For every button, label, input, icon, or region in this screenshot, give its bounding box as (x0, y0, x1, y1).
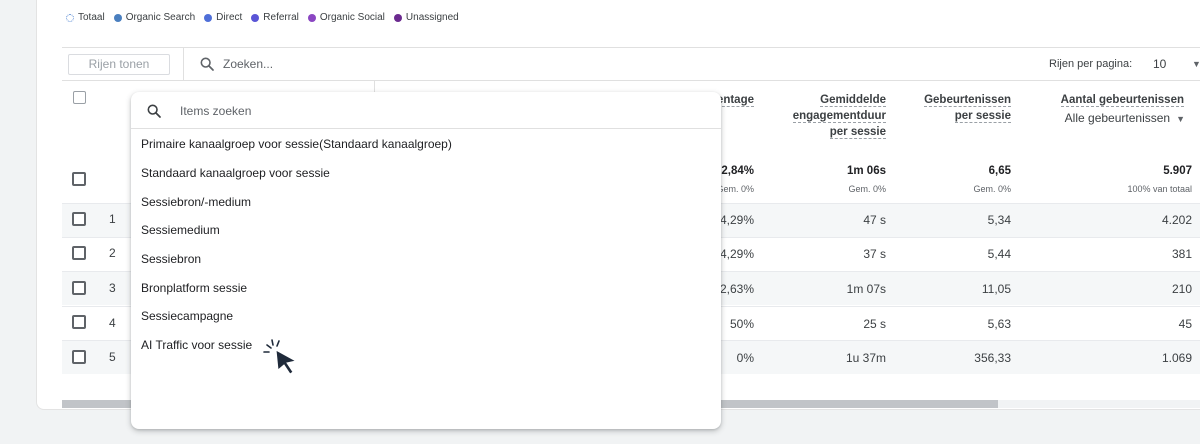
dropdown-item[interactable]: Sessiecampagne (141, 309, 233, 323)
legend-item-organic-search[interactable]: Organic Search (113, 12, 196, 23)
cell-engagement: 1m 07s (846, 282, 886, 296)
legend-label: Organic Social (319, 12, 385, 23)
cell-events-per-session: 5,63 (987, 317, 1011, 331)
event-filter-select[interactable]: Alle gebeurtenissen ▼ (1065, 111, 1185, 125)
total-events-per-session-sub: Gem. 0% (973, 184, 1011, 194)
legend-dot-icon (307, 13, 316, 22)
column-header-label: Gemiddelde (820, 94, 886, 107)
cell-events-per-session: 356,33 (974, 351, 1011, 365)
legend-dot-icon (393, 13, 402, 22)
cell-engagement: 47 s (863, 213, 886, 227)
dropdown-item[interactable]: Standaard kanaalgroep voor sessie (141, 166, 330, 180)
row-number: 1 (109, 212, 116, 226)
cell-percentage: 0% (736, 351, 754, 365)
row-number: 5 (109, 350, 116, 364)
dropdown-item[interactable]: Sessiemedium (141, 223, 220, 237)
show-rows-button[interactable]: Rijen tonen (68, 54, 170, 75)
dropdown-search-bar[interactable]: Items zoeken (131, 92, 721, 129)
dropdown-search-input[interactable]: Items zoeken (180, 104, 251, 118)
cell-percentage: 4,29% (719, 247, 754, 261)
column-header-label: Gebeurtenissen (924, 94, 1011, 107)
totals-checkbox[interactable] (72, 172, 86, 186)
legend-label: Referral (263, 12, 299, 23)
search-icon (147, 104, 161, 118)
cell-events-per-session: 5,44 (987, 247, 1011, 261)
dimension-dropdown: Items zoeken Primaire kanaalgroep voor s… (131, 92, 721, 429)
mouse-pointer-icon (263, 339, 298, 375)
column-header-label: per sessie (954, 110, 1011, 123)
total-percentage: 2,84% (721, 165, 754, 177)
total-engagement: 1m 06s (846, 165, 886, 177)
cell-engagement: 1u 37m (845, 351, 886, 365)
legend-label: Direct (216, 12, 243, 23)
column-header-percentage[interactable]: entage (716, 92, 754, 108)
cell-event-count: 45 (1178, 317, 1192, 331)
total-event-count-sub: 100% van totaal (1127, 184, 1192, 194)
row-checkbox[interactable] (72, 350, 86, 364)
dropdown-item[interactable]: Sessiebron/-medium (141, 195, 251, 209)
table-toolbar: Rijen tonen Zoeken... Rijen per pagina: … (62, 47, 1200, 81)
legend-item-direct[interactable]: Direct (204, 12, 242, 23)
dropdown-item[interactable]: Primaire kanaalgroep voor sessie(Standaa… (141, 137, 452, 151)
table-search-input[interactable]: Zoeken... (223, 57, 273, 71)
total-event-count: 5.907 (1163, 165, 1192, 177)
toolbar-divider (183, 48, 184, 81)
legend-item-unassigned[interactable]: Unassigned (393, 12, 459, 23)
dropdown-item[interactable]: AI Traffic voor sessie (141, 338, 252, 352)
chevron-down-icon: ▼ (1176, 114, 1185, 124)
column-header-event-count[interactable]: Aantal gebeurtenissen (1060, 92, 1184, 108)
cell-events-per-session: 11,05 (981, 282, 1011, 296)
legend-dot-icon (251, 13, 260, 22)
row-number: 4 (109, 316, 116, 330)
chart-legend: Totaal Organic Search Direct Referral Or… (66, 12, 459, 23)
column-header-label: entage (716, 94, 754, 107)
total-engagement-sub: Gem. 0% (848, 184, 886, 194)
search-icon (200, 57, 214, 71)
column-header-engagement[interactable]: Gemiddelde engagementduur per sessie (792, 92, 886, 140)
rows-per-page-label: Rijen per pagina: (1049, 58, 1133, 70)
legend-item-totaal[interactable]: Totaal (66, 12, 105, 23)
legend-item-organic-social[interactable]: Organic Social (307, 12, 385, 23)
legend-label: Organic Search (125, 12, 196, 23)
legend-item-referral[interactable]: Referral (251, 12, 299, 23)
column-header-events-per-session[interactable]: Gebeurtenissen per sessie (924, 92, 1011, 124)
total-events-per-session: 6,65 (988, 165, 1011, 177)
legend-label: Totaal (78, 12, 105, 23)
dropdown-item[interactable]: Bronplatform sessie (141, 281, 247, 295)
legend-dot-icon (113, 13, 122, 22)
header-checkbox[interactable] (73, 91, 86, 104)
column-header-label: Aantal gebeurtenissen (1060, 94, 1184, 107)
cell-event-count: 381 (1171, 247, 1192, 261)
cell-percentage: 2,63% (719, 282, 754, 296)
column-header-label: per sessie (829, 126, 886, 139)
legend-dot-icon (204, 13, 213, 22)
rows-per-page-select[interactable]: 10 (1153, 57, 1166, 71)
cell-percentage: 50% (729, 317, 754, 331)
row-number: 3 (109, 281, 116, 295)
event-filter-label: Alle gebeurtenissen (1064, 111, 1171, 125)
cell-engagement: 37 s (863, 247, 886, 261)
row-number: 2 (109, 246, 116, 260)
column-header-label: engagementduur (792, 110, 886, 123)
legend-dot-icon (66, 13, 74, 22)
row-checkbox[interactable] (72, 246, 86, 260)
cell-percentage: 4,29% (719, 213, 754, 227)
chevron-down-icon[interactable]: ▼ (1192, 59, 1200, 69)
cell-event-count: 210 (1171, 282, 1192, 296)
row-checkbox[interactable] (72, 212, 86, 226)
cell-engagement: 25 s (863, 317, 886, 331)
row-checkbox[interactable] (72, 315, 86, 329)
cell-event-count: 1.069 (1161, 351, 1192, 365)
row-checkbox[interactable] (72, 281, 86, 295)
dropdown-item[interactable]: Sessiebron (141, 252, 201, 266)
total-percentage-sub: Gem. 0% (716, 184, 754, 194)
legend-label: Unassigned (405, 12, 459, 23)
cell-events-per-session: 5,34 (987, 213, 1011, 227)
cell-event-count: 4.202 (1161, 213, 1192, 227)
